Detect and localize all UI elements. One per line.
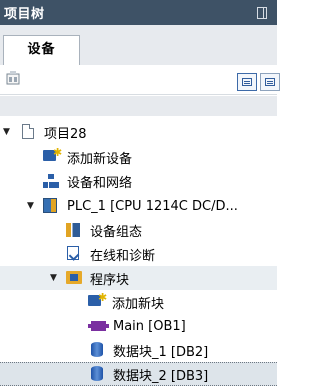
panel-title: 项目树 xyxy=(4,7,45,22)
tree-item-project[interactable]: ▼ 项目28 xyxy=(0,120,277,144)
tree-item-devices-networks[interactable]: 设备和网络 xyxy=(0,169,277,193)
tree-header-gap xyxy=(0,96,277,116)
new-star-icon: ✱ xyxy=(53,146,63,159)
tree-item-label: 项目28 xyxy=(44,126,87,142)
expand-down-icon[interactable]: ▼ xyxy=(27,201,37,211)
tab-bar: 设备 xyxy=(0,25,277,65)
tree-item-label: 程序块 xyxy=(90,272,130,288)
project-tree-header: 项目树 xyxy=(0,0,277,25)
network-icon xyxy=(43,173,59,189)
organization-block-icon xyxy=(88,321,109,331)
tab-devices[interactable]: 设备 xyxy=(3,35,80,65)
tree-item-db2[interactable]: 数据块_2 [DB3] xyxy=(0,362,277,386)
expand-down-icon[interactable]: ▼ xyxy=(50,273,60,283)
tree-item-label: 添加新设备 xyxy=(67,151,133,167)
table-icon xyxy=(265,78,275,86)
tree-item-label: PLC_1 [CPU 1214C DC/D... xyxy=(67,198,238,214)
new-star-icon: ✱ xyxy=(98,291,108,304)
tree-item-label: Main [OB1] xyxy=(113,318,186,334)
tree-item-online-diag[interactable]: 在线和诊断 xyxy=(0,242,277,266)
data-block-icon xyxy=(91,366,103,381)
tree-item-label: 添加新块 xyxy=(112,296,165,312)
tree-item-label: 设备组态 xyxy=(90,224,143,240)
tree-item-device-config[interactable]: 设备组态 xyxy=(0,218,277,242)
tree-item-label: 数据块_1 [DB2] xyxy=(113,344,209,360)
panel-layout-icon[interactable] xyxy=(257,7,267,19)
tree-item-label: 数据块_2 [DB3] xyxy=(113,368,209,384)
tree-item-program-blocks[interactable]: ▼ 程序块 xyxy=(0,266,277,290)
tree-item-label: 设备和网络 xyxy=(67,175,133,191)
tree-item-label: 在线和诊断 xyxy=(90,248,156,264)
plc-icon xyxy=(43,198,57,213)
project-icon xyxy=(22,124,34,139)
tree-toolbar xyxy=(0,65,280,95)
tree-item-plc[interactable]: ▼ PLC_1 [CPU 1214C DC/D... xyxy=(0,194,277,218)
list-view-button[interactable] xyxy=(237,73,257,91)
device-view-icon[interactable] xyxy=(6,71,20,85)
list-icon xyxy=(242,78,252,86)
online-diagnostics-icon xyxy=(67,246,79,260)
project-tree: ▼ 项目28 ✱ 添加新设备 设备和网络 ▼ PLC_1 [CPU 1214C … xyxy=(0,116,277,386)
tree-item-add-device[interactable]: ✱ 添加新设备 xyxy=(0,145,277,169)
expand-down-icon[interactable]: ▼ xyxy=(3,127,13,137)
data-block-icon xyxy=(91,342,103,357)
tree-item-main-ob[interactable]: Main [OB1] xyxy=(0,314,277,338)
folder-icon xyxy=(66,271,82,284)
detail-view-button[interactable] xyxy=(260,73,280,91)
tree-item-db1[interactable]: 数据块_1 [DB2] xyxy=(0,338,277,362)
tree-item-add-block[interactable]: ✱ 添加新块 xyxy=(0,290,277,314)
device-config-icon xyxy=(66,223,80,237)
